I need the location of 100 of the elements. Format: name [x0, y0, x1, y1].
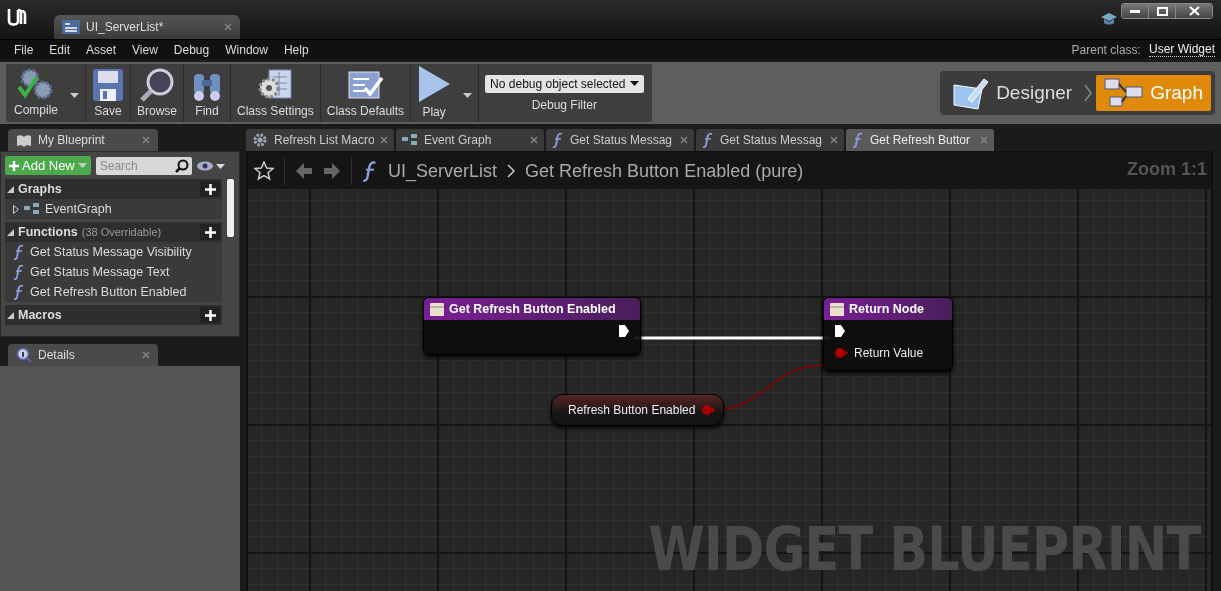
document-tab[interactable]: UI_ServerList*	[54, 15, 240, 39]
exec-pin-icon[interactable]	[834, 324, 846, 338]
node-title: Return Node	[849, 302, 924, 316]
minimize-button[interactable]	[1122, 4, 1149, 18]
editor-tab[interactable]: Get Refresh Buttor	[846, 129, 994, 151]
search-field[interactable]: Search	[95, 156, 192, 175]
toolbar-button[interactable]: Save	[86, 64, 131, 122]
collapse-arrow-icon[interactable]	[7, 185, 14, 193]
section-note: (38 Overridable)	[81, 226, 162, 238]
toolbar-button[interactable]: Browse	[131, 64, 185, 122]
play-icon	[417, 65, 452, 103]
plus-icon	[9, 160, 19, 171]
function-icon	[852, 132, 864, 148]
magnifier-icon	[139, 68, 175, 102]
function-icon	[552, 132, 564, 148]
exec-pin-icon[interactable]	[618, 324, 630, 338]
scrollbar-thumb[interactable]	[226, 179, 234, 237]
section-title: Macros	[18, 308, 62, 322]
debug-filter-label: Debug Filter	[531, 97, 597, 112]
return-node[interactable]: Return Node Return Value	[823, 297, 953, 371]
widget-icon	[62, 20, 80, 34]
menu-item[interactable]: Asset	[78, 42, 125, 57]
graph-nodes-icon	[1104, 78, 1145, 108]
eye-icon[interactable]	[196, 160, 225, 171]
editor-tab[interactable]: Event Graph	[396, 129, 544, 151]
collapse-arrow-icon[interactable]	[7, 228, 14, 236]
maximize-icon	[1156, 6, 1168, 16]
plus-icon	[204, 226, 216, 238]
add-button[interactable]	[200, 307, 220, 323]
tree-item[interactable]: Get Status Message Visibility	[5, 242, 222, 262]
chevron-icon	[1084, 84, 1093, 102]
tree-item[interactable]: EventGraph	[5, 199, 222, 219]
document-title: UI_ServerList*	[86, 20, 165, 34]
menu-item[interactable]: View	[124, 42, 166, 57]
close-icon[interactable]	[380, 136, 388, 144]
close-icon[interactable]	[680, 136, 688, 144]
book-icon	[16, 133, 32, 147]
menu-item[interactable]: Help	[275, 42, 317, 57]
menu-item[interactable]: Window	[217, 42, 276, 57]
parent-class-link[interactable]: User Widget	[1148, 42, 1215, 57]
search-icon	[174, 158, 189, 173]
breadcrumb-current: Get Refresh Button Enabled (pure)	[525, 160, 804, 182]
section-title: Graphs	[18, 182, 62, 196]
checklist-icon	[345, 68, 386, 102]
collapse-arrow-icon[interactable]	[7, 311, 14, 319]
expand-arrow-icon[interactable]	[13, 204, 19, 214]
editor-tab[interactable]: Get Status Messag	[546, 129, 694, 151]
info-magnifier-icon	[16, 347, 32, 363]
close-icon[interactable]	[142, 136, 150, 144]
toolbar-button[interactable]: Class Defaults	[320, 64, 412, 122]
zoom-level: Zoom 1:1	[1127, 159, 1207, 180]
function-entry-node[interactable]: Get Refresh Button Enabled	[423, 297, 641, 355]
close-icon[interactable]	[224, 23, 232, 31]
menu-item[interactable]: File	[6, 42, 42, 57]
panel-tab[interactable]: Details	[8, 344, 158, 366]
back-arrow-icon[interactable]	[295, 162, 313, 180]
add-button[interactable]	[200, 224, 220, 240]
close-icon[interactable]	[530, 136, 538, 144]
menu-item[interactable]: Debug	[165, 42, 218, 57]
parent-class-label: Parent class:	[1071, 42, 1141, 57]
close-icon[interactable]	[830, 136, 838, 144]
function-icon	[702, 132, 714, 148]
function-icon	[13, 244, 25, 260]
add-button[interactable]	[200, 181, 220, 197]
tree-item[interactable]: Get Refresh Button Enabled	[5, 282, 222, 302]
plus-icon	[204, 183, 216, 195]
panel-tab[interactable]: My Blueprint	[8, 129, 158, 151]
breadcrumb-root[interactable]: UI_ServerList	[388, 160, 498, 182]
caret-icon	[77, 163, 87, 168]
caret-icon	[463, 92, 473, 98]
toolbar-button[interactable]: Compile	[8, 65, 64, 121]
node-icon	[830, 302, 844, 316]
function-icon	[362, 159, 378, 183]
data-pin-icon[interactable]	[701, 404, 716, 416]
gear-icon	[252, 132, 268, 148]
data-pin-icon[interactable]	[834, 347, 848, 359]
tree-item[interactable]: Get Status Message Text	[5, 262, 222, 282]
star-icon[interactable]	[254, 161, 274, 181]
mode-button[interactable]: Designer	[944, 75, 1081, 111]
function-icon	[13, 284, 25, 300]
debug-object-dropdown[interactable]: No debug object selected	[485, 74, 644, 93]
forward-arrow-icon[interactable]	[323, 162, 341, 180]
minimize-icon	[1130, 9, 1140, 13]
editor-tab[interactable]: Refresh List Macro	[246, 129, 394, 151]
panel-title: My Blueprint	[38, 133, 106, 147]
graduation-cap-icon[interactable]	[1101, 12, 1117, 26]
toolbar-button[interactable]: Class Settings	[231, 64, 321, 122]
close-icon[interactable]	[142, 351, 150, 359]
variable-node[interactable]: Refresh Button Enabled	[551, 394, 725, 426]
toolbar-button[interactable]: Find	[184, 64, 232, 122]
node-title: Get Refresh Button Enabled	[449, 302, 616, 316]
toolbar-button[interactable]: Play	[411, 63, 458, 123]
editor-tab[interactable]: Get Status Messag	[696, 129, 844, 151]
menu-item[interactable]: Edit	[41, 42, 79, 57]
caret-icon	[70, 92, 79, 98]
pin-label: Return Value	[854, 346, 924, 360]
maximize-button[interactable]	[1149, 4, 1176, 18]
chevron-icon	[507, 164, 516, 178]
node-icon	[430, 302, 444, 316]
close-button[interactable]	[1176, 4, 1212, 18]
